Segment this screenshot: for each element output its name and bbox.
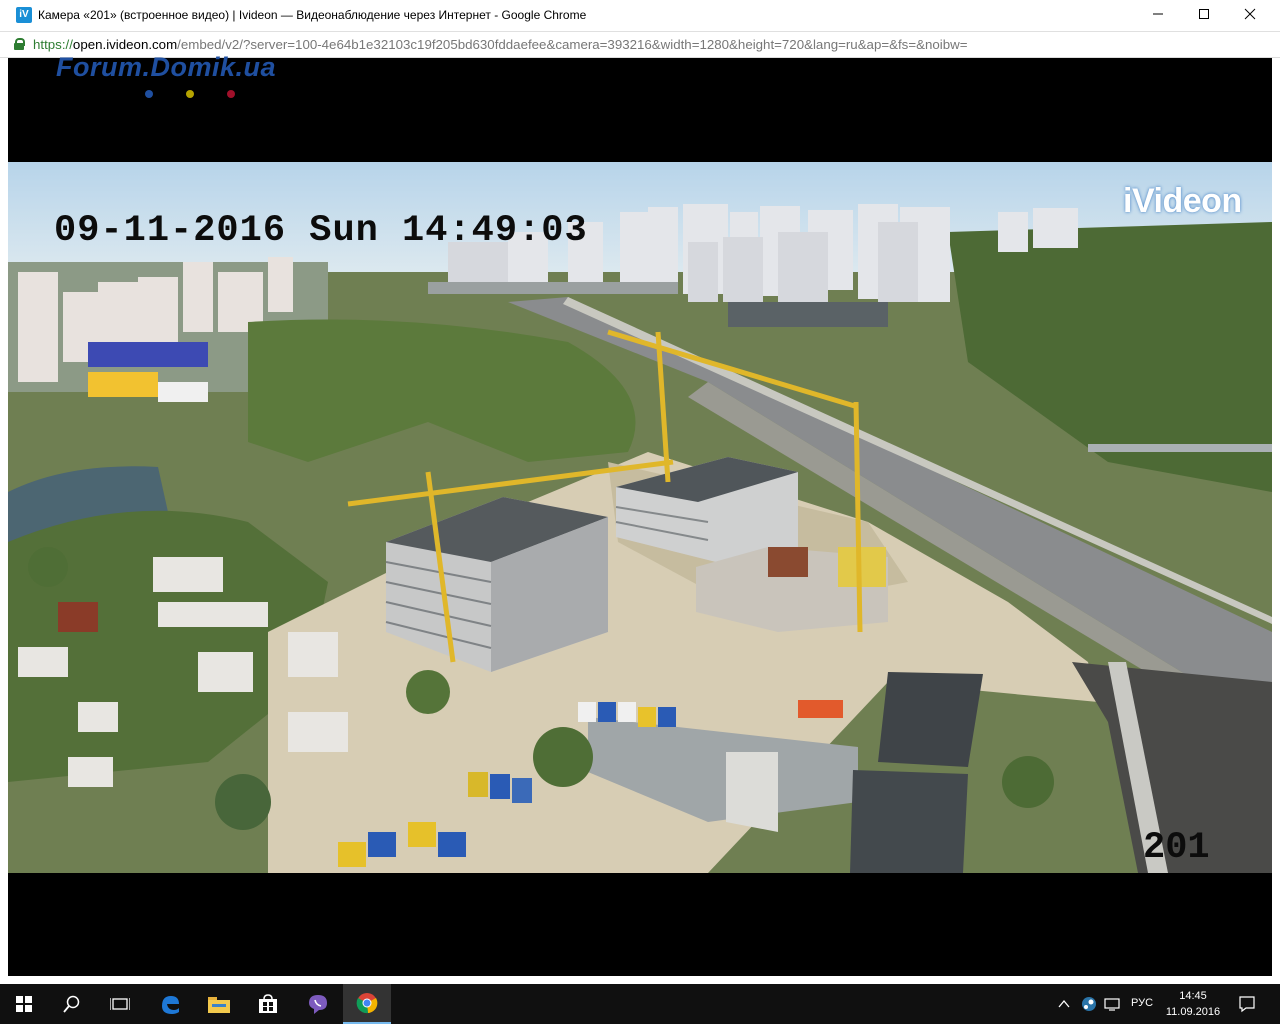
url-text[interactable]: https://open.ivideon.com/embed/v2/?serve… — [33, 37, 967, 52]
url-path: /embed/v2/?server=100-4e64b1e32103c19f20… — [177, 37, 968, 52]
search-icon — [63, 995, 80, 1013]
clock-date: 11.09.2016 — [1165, 1006, 1221, 1018]
url-scheme: https:// — [33, 37, 73, 52]
chrome-icon — [356, 993, 378, 1014]
watermark-dot — [186, 90, 194, 98]
edge-icon — [162, 996, 179, 1014]
network-icon[interactable] — [1104, 997, 1120, 1011]
taskbar-store[interactable] — [244, 984, 292, 1024]
watermark-dot — [145, 90, 153, 98]
window-right-edge — [1272, 58, 1280, 976]
ivideon-app-icon: iV — [16, 7, 32, 23]
start-icon — [16, 996, 32, 1012]
file-explorer-icon — [208, 997, 230, 1013]
viber-icon — [309, 995, 327, 1014]
minimize-icon — [1153, 13, 1163, 15]
maximize-icon — [1199, 9, 1209, 19]
watermark-dot — [227, 90, 235, 98]
window-title: Камера «201» (встроенное видео) | Ivideo… — [38, 8, 587, 22]
aerial-construction-scene — [8, 162, 1272, 873]
search-button[interactable] — [48, 984, 96, 1024]
task-view-button[interactable] — [96, 984, 144, 1024]
steam-icon[interactable] — [1081, 996, 1097, 1012]
input-language[interactable]: РУС — [1131, 997, 1153, 1009]
start-button[interactable] — [0, 984, 48, 1024]
taskbar-file-explorer[interactable] — [195, 984, 243, 1024]
tray-chevron-up-icon[interactable] — [1058, 999, 1070, 1009]
windows-taskbar: РУС 14:45 11.09.2016 — [0, 984, 1280, 1024]
window-titlebar: iV Камера «201» (встроенное видео) | Ivi… — [0, 0, 1280, 32]
forum-watermark: Forum.Domik.ua — [56, 52, 277, 82]
clock-time: 14:45 — [1179, 990, 1207, 1002]
close-icon — [1244, 8, 1256, 20]
taskbar-clock[interactable]: 14:45 11.09.2016 — [1162, 988, 1224, 1020]
close-button[interactable] — [1227, 0, 1273, 31]
taskbar-edge[interactable] — [146, 984, 194, 1024]
camera-number: 201 — [1143, 827, 1210, 869]
taskbar-viber[interactable] — [294, 984, 342, 1024]
camera-timestamp: 09-11-2016 Sun 14:49:03 — [54, 210, 588, 252]
task-view-icon — [110, 998, 130, 1010]
url-host: open.ivideon.com — [72, 37, 178, 52]
action-center-icon[interactable] — [1238, 995, 1256, 1013]
lock-icon[interactable] — [14, 38, 25, 50]
store-icon — [259, 994, 277, 1013]
window-left-edge — [0, 58, 8, 976]
ivideon-logo: iVideon — [1123, 182, 1242, 220]
maximize-button[interactable] — [1181, 0, 1227, 31]
camera-frame[interactable] — [8, 162, 1272, 873]
taskbar-chrome[interactable] — [343, 984, 391, 1024]
minimize-button[interactable] — [1135, 0, 1181, 31]
